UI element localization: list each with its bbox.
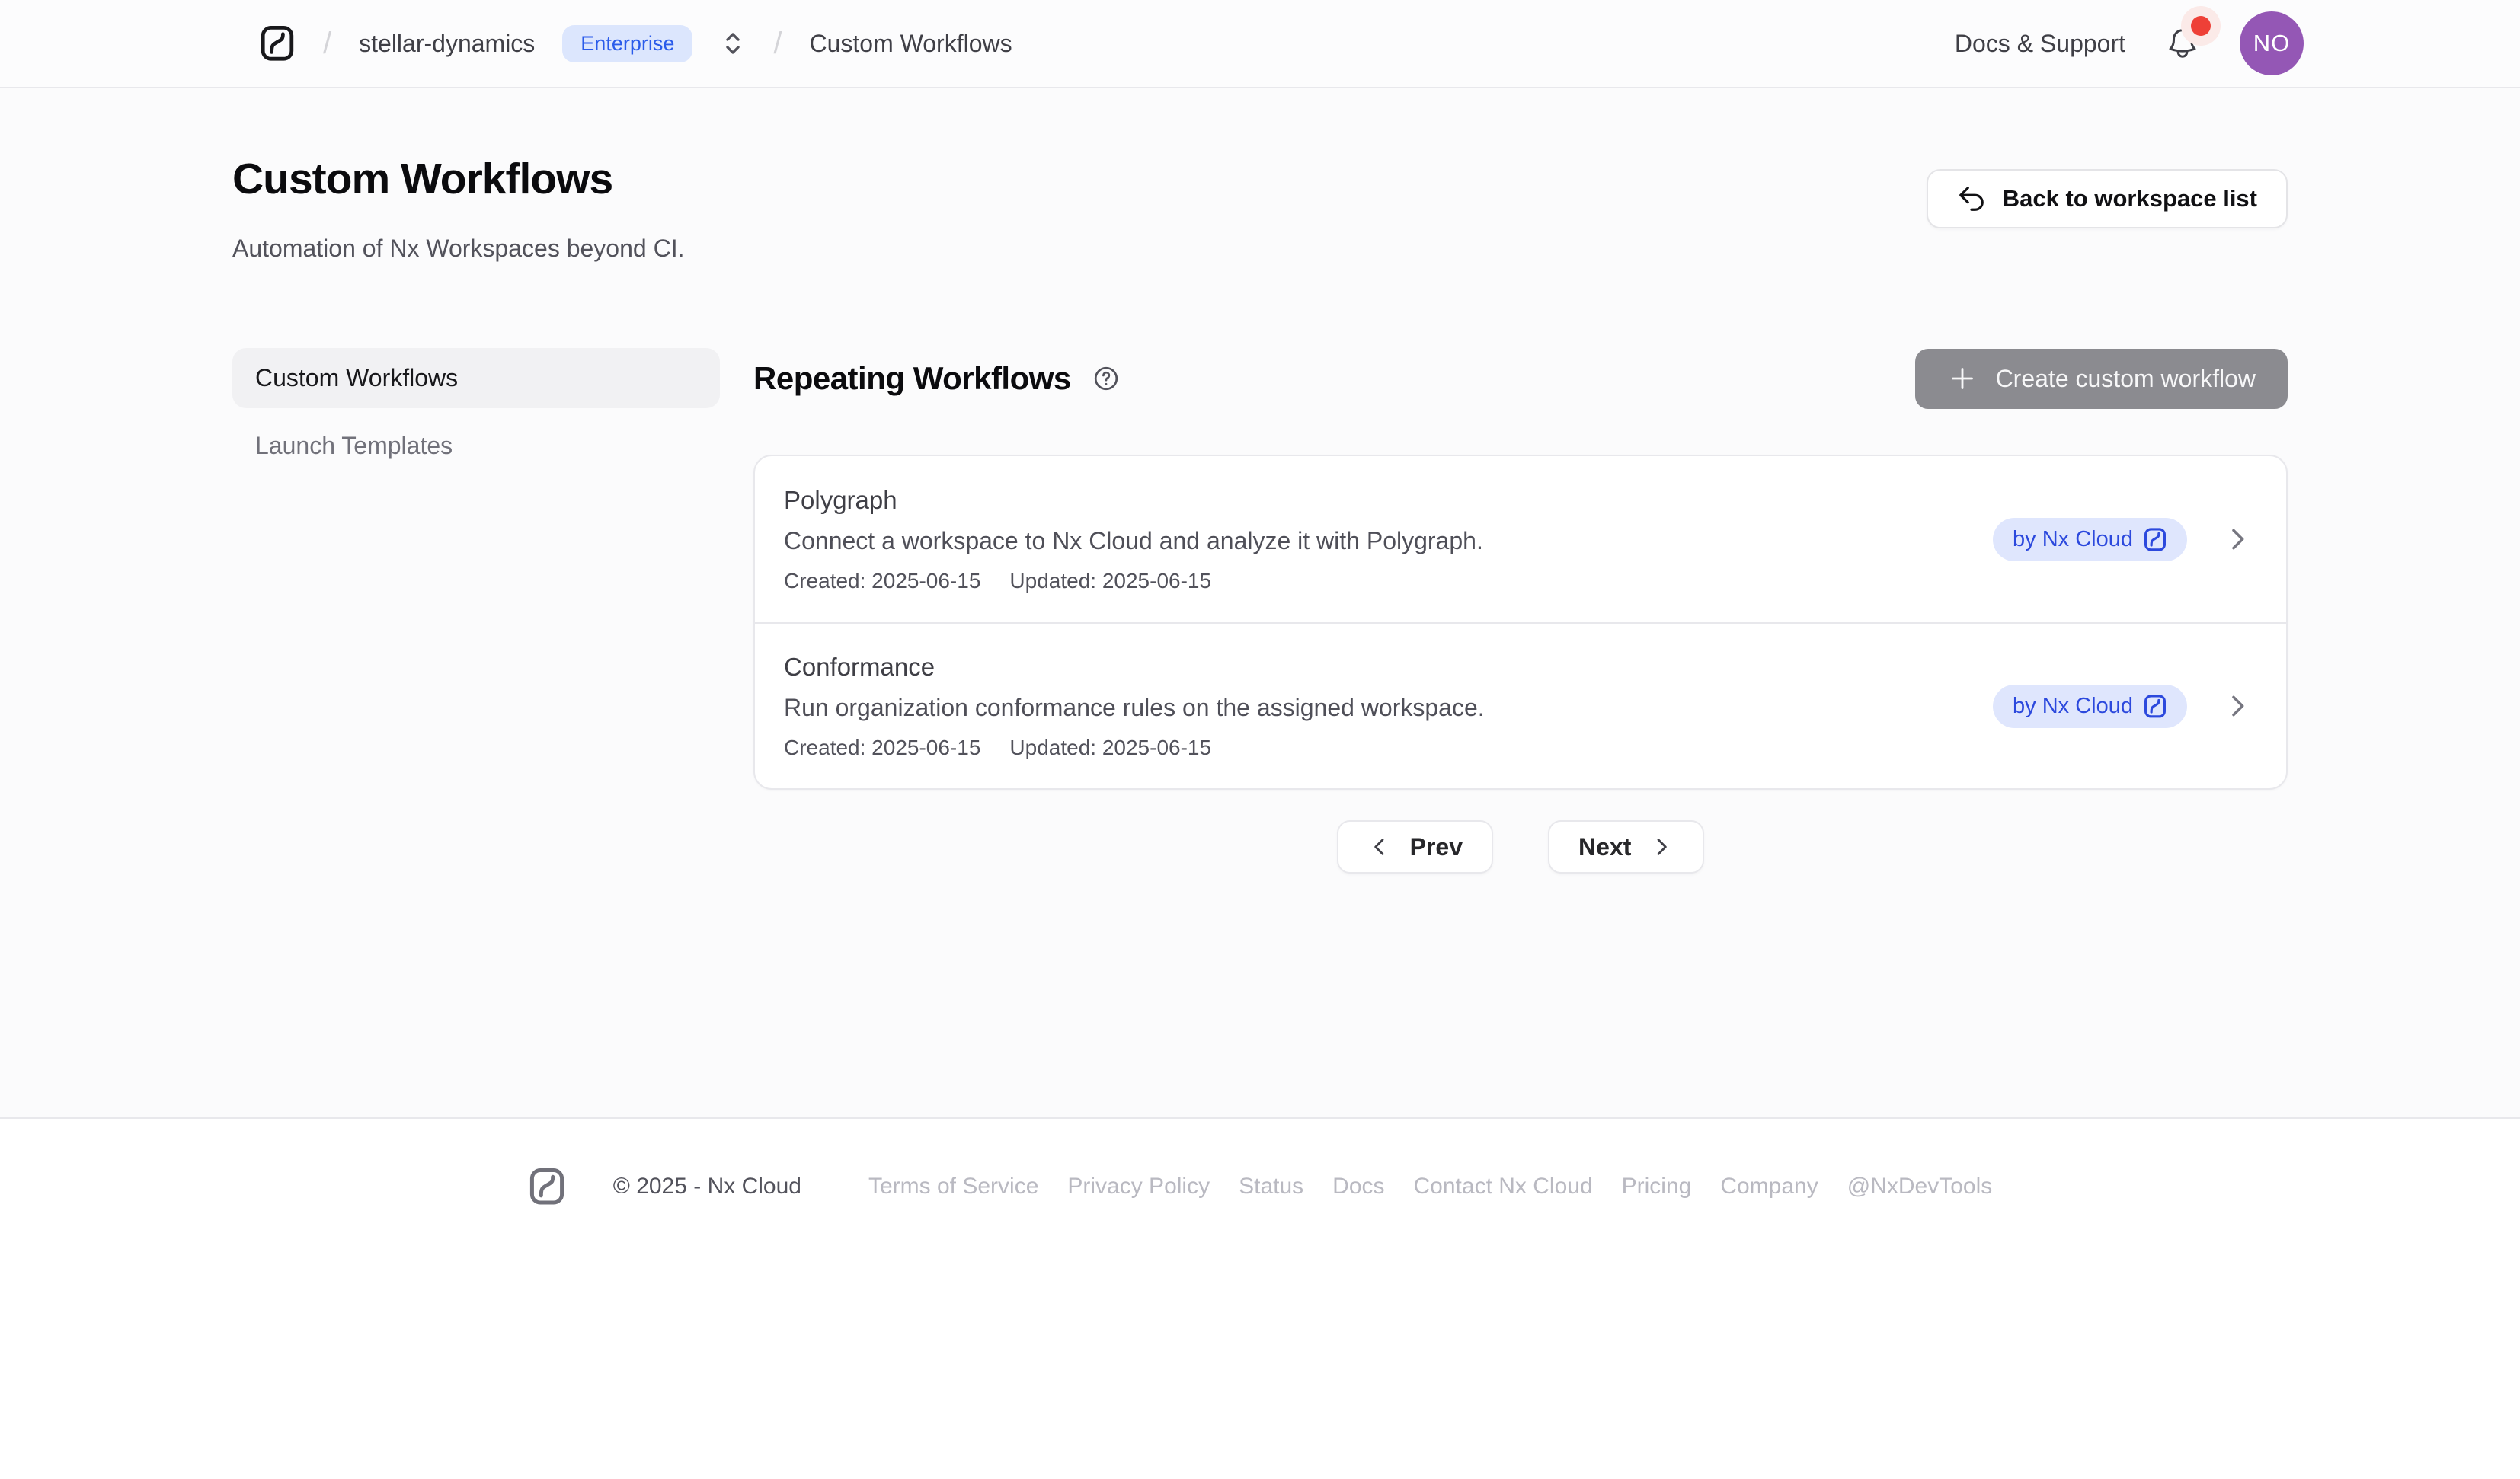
nx-logo-icon xyxy=(2143,694,2167,719)
chevron-right-icon[interactable] xyxy=(2222,524,2253,554)
breadcrumb-current-page: Custom Workflows xyxy=(809,30,1012,58)
workspace-switcher-icon[interactable] xyxy=(720,28,746,59)
footer-link-docs[interactable]: Docs xyxy=(1332,1174,1384,1199)
page-subtitle: Automation of Nx Workspaces beyond CI. xyxy=(232,235,684,263)
workflow-created: Created: 2025-06-15 xyxy=(784,736,980,760)
footer-link-privacy[interactable]: Privacy Policy xyxy=(1067,1174,1210,1199)
by-nx-cloud-badge[interactable]: by Nx Cloud xyxy=(1993,685,2187,728)
footer-link-pricing[interactable]: Pricing xyxy=(1622,1174,1692,1199)
section-title: Repeating Workflows xyxy=(753,360,1071,397)
breadcrumb: / stellar-dynamics Enterprise / Custom W… xyxy=(259,24,1012,62)
prev-button-label: Prev xyxy=(1410,833,1463,861)
page-footer: © 2025 - Nx Cloud Terms of Service Priva… xyxy=(0,1119,2520,1207)
footer-link-contact[interactable]: Contact Nx Cloud xyxy=(1414,1174,1593,1199)
nx-logo-icon xyxy=(528,1166,566,1207)
page-body: Custom Workflows Automation of Nx Worksp… xyxy=(0,88,2520,1119)
badge-label: by Nx Cloud xyxy=(2013,694,2133,719)
settings-sidebar: Custom Workflows Launch Templates xyxy=(232,348,720,476)
workflow-name: Conformance xyxy=(784,653,1485,682)
nx-logo-icon xyxy=(2143,527,2167,552)
badge-label: by Nx Cloud xyxy=(2013,527,2133,552)
copyright-text: © 2025 - Nx Cloud xyxy=(613,1174,801,1199)
back-to-workspace-list-button[interactable]: Back to workspace list xyxy=(1927,169,2288,228)
workflow-info: Conformance Run organization conformance… xyxy=(784,653,1485,760)
plan-badge[interactable]: Enterprise xyxy=(562,25,692,62)
workflow-list: Polygraph Connect a workspace to Nx Clou… xyxy=(753,455,2288,790)
sidebar-item-custom-workflows[interactable]: Custom Workflows xyxy=(232,348,720,408)
nx-logo-icon[interactable] xyxy=(259,24,296,62)
top-navbar: / stellar-dynamics Enterprise / Custom W… xyxy=(0,0,2520,88)
navbar-actions: Docs & Support NO xyxy=(1955,11,2304,75)
workflow-row-conformance[interactable]: Conformance Run organization conformance… xyxy=(755,622,2286,788)
next-page-button[interactable]: Next xyxy=(1548,820,1704,874)
create-button-label: Create custom workflow xyxy=(1996,365,2256,393)
notifications-button[interactable] xyxy=(2165,25,2200,62)
footer-link-status[interactable]: Status xyxy=(1239,1174,1303,1199)
by-nx-cloud-badge[interactable]: by Nx Cloud xyxy=(1993,518,2187,561)
workflow-description: Connect a workspace to Nx Cloud and anal… xyxy=(784,527,1483,555)
sidebar-item-launch-templates[interactable]: Launch Templates xyxy=(232,416,720,476)
chevron-right-icon xyxy=(1649,835,1674,859)
footer-link-company[interactable]: Company xyxy=(1720,1174,1818,1199)
page-title: Custom Workflows xyxy=(232,154,684,204)
chevron-right-icon[interactable] xyxy=(2222,691,2253,721)
workflow-row-polygraph[interactable]: Polygraph Connect a workspace to Nx Clou… xyxy=(755,456,2286,622)
arrow-uturn-left-icon xyxy=(1957,184,1986,213)
workflow-updated: Updated: 2025-06-15 xyxy=(1009,569,1211,593)
footer-link-nxdevtools[interactable]: @NxDevTools xyxy=(1847,1174,1993,1199)
workflow-info: Polygraph Connect a workspace to Nx Clou… xyxy=(784,486,1483,593)
breadcrumb-separator: / xyxy=(323,27,331,61)
breadcrumb-separator: / xyxy=(773,27,782,61)
workflow-name: Polygraph xyxy=(784,486,1483,515)
help-circle-icon[interactable] xyxy=(1092,365,1120,392)
workflow-created: Created: 2025-06-15 xyxy=(784,569,980,593)
prev-page-button[interactable]: Prev xyxy=(1337,820,1493,874)
pagination: Prev Next xyxy=(753,820,2288,874)
plus-icon xyxy=(1947,363,1978,394)
docs-support-link[interactable]: Docs & Support xyxy=(1955,30,2125,58)
create-custom-workflow-button[interactable]: Create custom workflow xyxy=(1915,349,2288,409)
workflow-description: Run organization conformance rules on th… xyxy=(784,694,1485,722)
workspace-name[interactable]: stellar-dynamics xyxy=(359,30,535,58)
workflows-section: Repeating Workflows xyxy=(753,348,2288,874)
back-button-label: Back to workspace list xyxy=(2003,185,2257,212)
chevron-left-icon xyxy=(1367,835,1392,859)
next-button-label: Next xyxy=(1578,833,1631,861)
user-avatar[interactable]: NO xyxy=(2240,11,2304,75)
footer-link-terms[interactable]: Terms of Service xyxy=(868,1174,1038,1199)
workflow-updated: Updated: 2025-06-15 xyxy=(1009,736,1211,760)
notification-unread-dot xyxy=(2191,16,2211,36)
page-header: Custom Workflows Automation of Nx Worksp… xyxy=(232,88,2288,263)
